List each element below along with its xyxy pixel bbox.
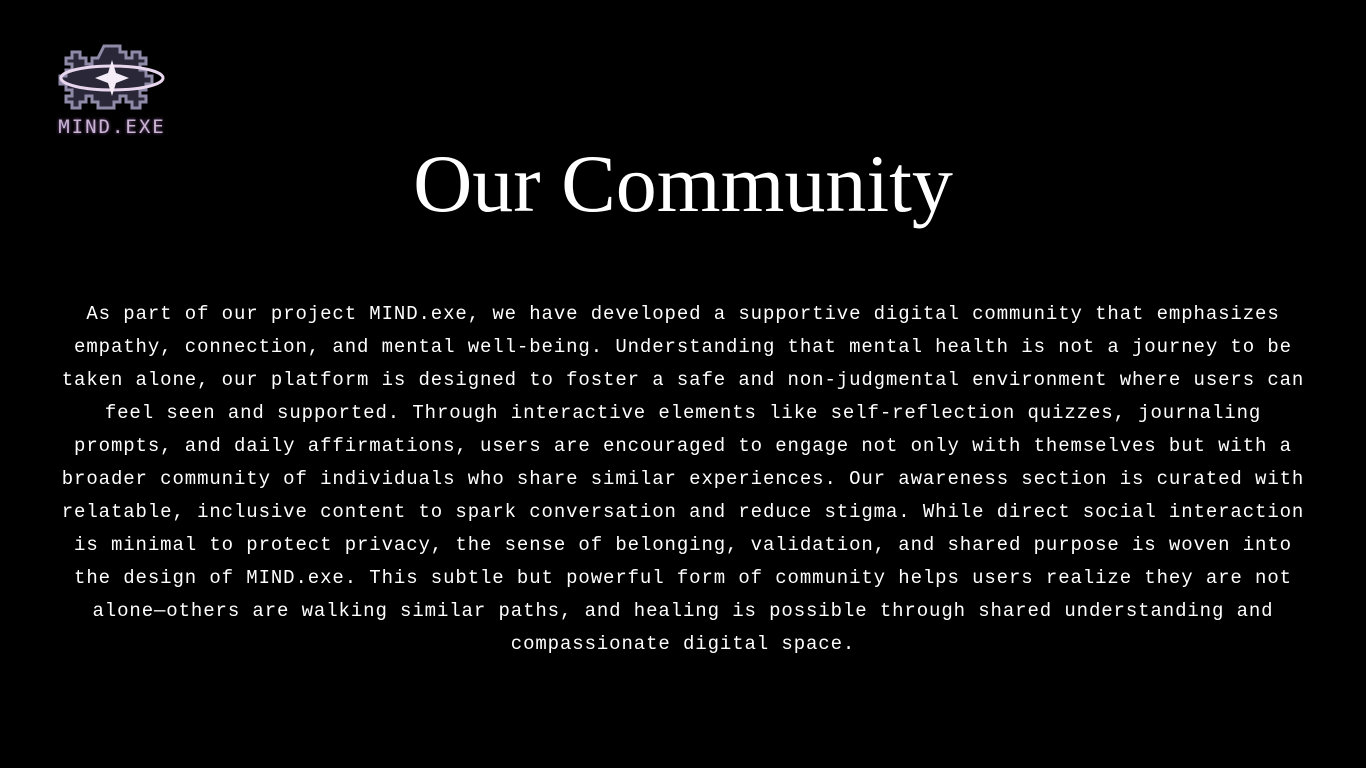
- page-title: Our Community: [413, 138, 953, 229]
- slide: MIND.EXE Our Community As part of our pr…: [0, 0, 1366, 768]
- logo-wordmark: MIND.EXE: [58, 116, 166, 138]
- pixel-star-orbit-icon: [58, 44, 165, 110]
- community-description: As part of our project MIND.exe, we have…: [61, 303, 1305, 655]
- brand-logo: MIND.EXE: [52, 40, 172, 144]
